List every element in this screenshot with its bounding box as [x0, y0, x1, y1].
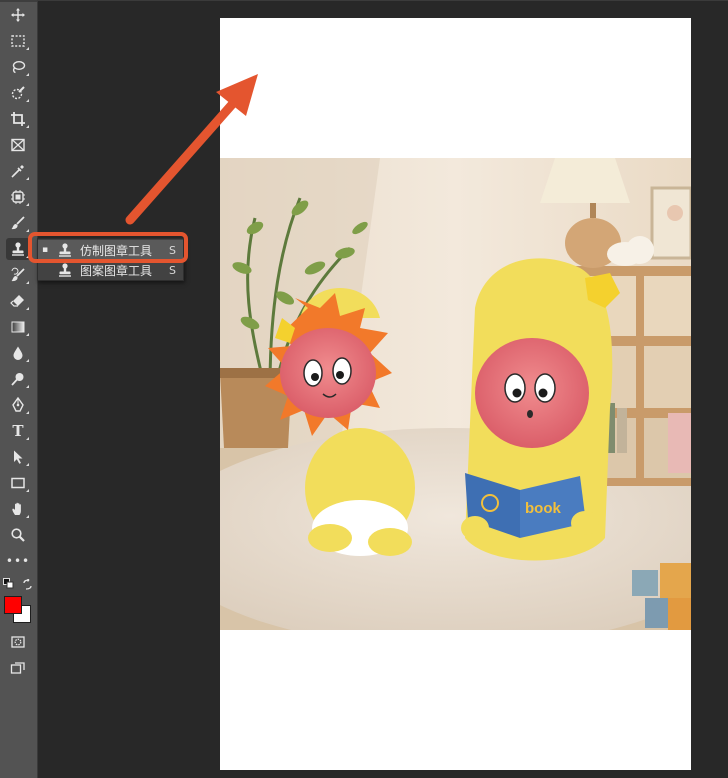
submenu-indicator — [26, 229, 29, 232]
submenu-indicator — [26, 281, 29, 284]
eyedropper-tool[interactable] — [6, 160, 30, 182]
plush-toys-photo: book — [220, 158, 691, 630]
swap-colors-icon[interactable] — [22, 579, 33, 590]
quick-mask-button[interactable] — [6, 631, 30, 653]
default-colors-icon[interactable] — [3, 578, 14, 589]
marquee-tool[interactable] — [6, 30, 30, 52]
submenu-indicator — [26, 489, 29, 492]
submenu-indicator — [26, 437, 29, 440]
submenu-indicator — [26, 411, 29, 414]
type-icon: T — [12, 422, 24, 440]
spot-healing-tool[interactable] — [6, 186, 30, 208]
submenu-indicator — [26, 203, 29, 206]
brush-tool[interactable] — [6, 212, 30, 234]
submenu-indicator — [26, 47, 29, 50]
blur-tool[interactable] — [6, 342, 30, 364]
zoom-tool[interactable] — [6, 524, 30, 546]
type-tool[interactable]: T — [6, 420, 30, 442]
pen-tool[interactable] — [6, 394, 30, 416]
hand-tool[interactable] — [6, 498, 30, 520]
hand-icon — [12, 502, 21, 515]
crop-tool[interactable] — [6, 108, 30, 130]
photo-layer[interactable]: book — [220, 158, 691, 630]
screen-mode-icon — [10, 662, 25, 674]
eraser-tool[interactable] — [6, 290, 30, 312]
submenu-indicator — [26, 99, 29, 102]
more-icon: ••• — [5, 554, 31, 568]
annotation-highlight-box — [28, 232, 188, 263]
frame-icon — [11, 138, 25, 152]
dodge-icon — [11, 373, 24, 386]
rectangle-icon — [11, 477, 25, 489]
lasso-tool[interactable] — [6, 56, 30, 78]
brush-icon — [11, 216, 25, 230]
rectangle-tool[interactable] — [6, 472, 30, 494]
submenu-indicator — [26, 463, 29, 466]
submenu-indicator — [26, 515, 29, 518]
submenu-indicator — [26, 73, 29, 76]
history-brush-icon — [11, 267, 25, 282]
healing-icon — [11, 190, 25, 204]
quick-selection-icon — [11, 86, 25, 100]
move-tool[interactable] — [6, 4, 30, 26]
submenu-indicator — [26, 385, 29, 388]
submenu-indicator — [26, 177, 29, 180]
gradient-icon — [11, 321, 25, 333]
submenu-indicator — [26, 307, 29, 310]
toolbar-edge — [0, 0, 37, 2]
blur-icon — [13, 346, 23, 360]
book-text: book — [525, 500, 561, 517]
gradient-tool[interactable] — [6, 316, 30, 338]
pattern-stamp-icon — [59, 263, 71, 277]
zoom-icon — [11, 528, 25, 542]
stamp-icon — [12, 242, 24, 256]
crop-icon — [11, 112, 25, 126]
eyedropper-icon — [11, 165, 24, 178]
submenu-indicator — [26, 359, 29, 362]
history-brush-tool[interactable] — [6, 264, 30, 286]
foreground-color-swatch[interactable] — [4, 596, 22, 614]
path-selection-tool[interactable] — [6, 446, 30, 468]
clone-stamp-tool[interactable] — [6, 238, 30, 260]
edit-toolbar-button[interactable]: ••• — [6, 550, 30, 572]
screen-mode-button[interactable] — [6, 657, 30, 679]
eraser-icon — [10, 295, 24, 307]
dodge-tool[interactable] — [6, 368, 30, 390]
submenu-indicator — [26, 125, 29, 128]
path-selection-icon — [14, 450, 23, 464]
pen-icon — [12, 397, 24, 412]
pattern-stamp-menu-item[interactable]: 图案图章工具 S — [38, 260, 183, 280]
shortcut-key: S — [169, 263, 176, 277]
lasso-icon — [12, 61, 26, 74]
quick-selection-tool[interactable] — [6, 82, 30, 104]
tools-panel: T ••• — [0, 0, 38, 778]
marquee-icon — [11, 35, 25, 47]
frame-tool[interactable] — [6, 134, 30, 156]
move-icon — [11, 8, 25, 22]
menu-item-label: 图案图章工具 — [80, 263, 153, 278]
quick-mask-icon — [11, 636, 25, 648]
canvas-top-border — [38, 0, 728, 1]
submenu-indicator — [26, 333, 29, 336]
